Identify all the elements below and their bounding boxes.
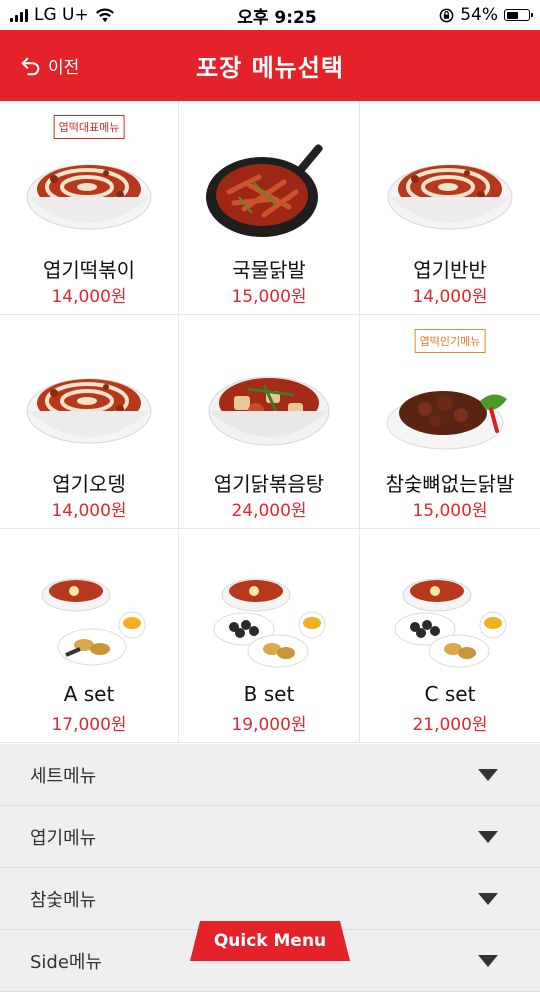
menu-item-image <box>24 351 154 461</box>
wifi-icon <box>95 8 114 22</box>
battery-percent: 54% <box>460 5 498 25</box>
menu-item-image <box>385 351 515 461</box>
status-bar: LG U+ 오후 9:25 54% <box>0 0 540 30</box>
clock: 오후 9:25 <box>237 7 317 28</box>
page-title: 포장 메뉴선택 <box>196 54 344 82</box>
battery-icon <box>504 9 533 21</box>
menu-item-price: 17,000원 <box>51 715 127 735</box>
menu-item-name: 엽기떡볶이 <box>43 258 135 282</box>
orientation-lock-icon <box>439 8 454 22</box>
menu-item-price: 24,000원 <box>231 501 307 521</box>
menu-item-image <box>24 137 154 247</box>
menu-item-price: 14,000원 <box>51 287 127 307</box>
menu-badge: 엽떡대표메뉴 <box>53 115 125 139</box>
menu-grid: 엽떡대표메뉴엽기떡볶이 14,000원 국물닭발 15,000원 엽기반반 14,000원… <box>0 101 540 743</box>
menu-item-image <box>385 137 515 247</box>
menu-item[interactable]: C set 21,000원 <box>360 529 540 743</box>
menu-item-price: 15,000원 <box>412 501 488 521</box>
menu-item[interactable]: 엽기닭볶음탕 24,000원 <box>179 315 360 529</box>
menu-item-name: 국물닭발 <box>232 258 306 282</box>
signal-icon <box>10 8 28 22</box>
menu-item-name: B set <box>243 682 295 706</box>
menu-item-image <box>24 565 154 675</box>
menu-item-price: 15,000원 <box>231 287 307 307</box>
menu-item-image <box>204 351 334 461</box>
menu-item-name: A set <box>63 682 115 706</box>
menu-item-price: 21,000원 <box>412 715 488 735</box>
menu-item-price: 14,000원 <box>51 501 127 521</box>
accordion-item[interactable]: 참숯메뉴 <box>0 868 540 930</box>
menu-item[interactable]: 엽떡대표메뉴엽기떡볶이 14,000원 <box>0 101 179 315</box>
menu-item[interactable]: B set 19,000원 <box>179 529 360 743</box>
accordion-item[interactable]: 엽기메뉴 <box>0 806 540 868</box>
quick-menu-label: Quick Menu <box>213 931 327 951</box>
quick-menu-button[interactable]: Quick Menu <box>190 921 350 961</box>
back-button[interactable]: 이전 <box>20 30 79 101</box>
menu-item-image <box>204 565 334 675</box>
chevron-down-icon <box>478 768 498 781</box>
app-header: 이전 포장 메뉴선택 <box>0 30 540 101</box>
menu-item-name: 참숯뼈없는닭발 <box>385 472 515 496</box>
menu-item-name: 엽기닭볶음탕 <box>213 472 325 496</box>
battery-group: 54% <box>439 5 533 25</box>
carrier-group: LG U+ <box>10 5 115 25</box>
menu-item[interactable]: 엽기반반 14,000원 <box>360 101 540 315</box>
menu-item[interactable]: 엽기오뎅 14,000원 <box>0 315 179 529</box>
menu-item-price: 14,000원 <box>412 287 488 307</box>
carrier-label: LG U+ <box>34 5 89 25</box>
accordion-label: 참숯메뉴 <box>30 889 97 911</box>
menu-item-price: 19,000원 <box>231 715 307 735</box>
accordion-label: 세트메뉴 <box>30 765 97 787</box>
menu-item[interactable]: 국물닭발 15,000원 <box>179 101 360 315</box>
back-label: 이전 <box>48 58 80 78</box>
accordion-label: 엽기메뉴 <box>30 827 97 849</box>
menu-item[interactable]: A set 17,000원 <box>0 529 179 743</box>
menu-item-image <box>385 565 515 675</box>
menu-badge: 엽떡인기메뉴 <box>414 329 486 353</box>
chevron-down-icon <box>478 892 498 905</box>
menu-item[interactable]: 엽떡인기메뉴참숯뼈없는닭발 15,000원 <box>360 315 540 529</box>
menu-item-name: 엽기반반 <box>413 258 487 282</box>
accordion-item[interactable]: 세트메뉴 <box>0 744 540 806</box>
back-arrow-icon <box>21 57 40 75</box>
menu-item-name: C set <box>424 682 476 706</box>
menu-item-name: 엽기오뎅 <box>52 472 126 496</box>
chevron-down-icon <box>478 830 498 843</box>
menu-item-image <box>204 137 334 247</box>
